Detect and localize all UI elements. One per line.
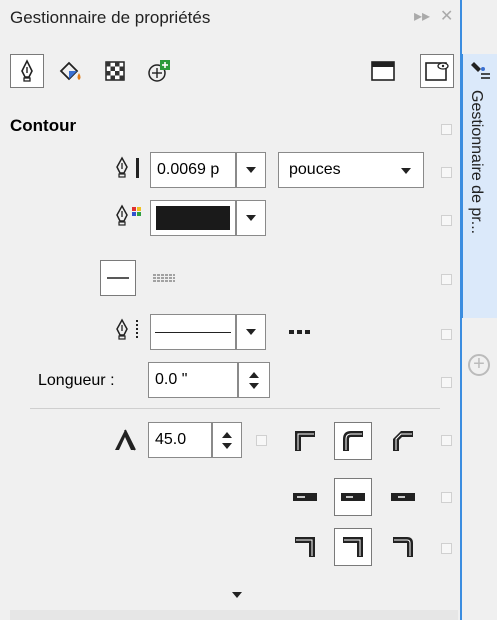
square-cap-button[interactable] <box>384 478 422 516</box>
option-checkbox[interactable] <box>441 377 452 388</box>
center-position-icon <box>343 537 363 557</box>
pen-nib-icon <box>21 59 33 82</box>
chevron-down-icon <box>401 168 411 174</box>
miter-corner-icon <box>295 431 315 451</box>
outline-tab-button[interactable] <box>10 54 44 88</box>
option-checkbox[interactable] <box>441 274 452 285</box>
outside-position-icon <box>295 537 315 557</box>
window-icon <box>371 61 395 81</box>
inside-position-icon <box>393 537 413 557</box>
chevron-down-icon <box>246 215 256 221</box>
length-value: 0.0 " <box>155 371 188 388</box>
fill-bucket-icon <box>59 61 81 81</box>
bottom-strip <box>10 610 458 620</box>
transparency-tab-button[interactable] <box>98 54 132 88</box>
side-tab-label: Gestionnaire de pr... <box>468 90 485 235</box>
option-checkbox[interactable] <box>441 167 452 178</box>
option-checkbox[interactable] <box>441 124 452 135</box>
units-select[interactable]: pouces <box>278 152 424 188</box>
bevel-corner-button[interactable] <box>384 422 422 460</box>
units-value: pouces <box>289 161 341 178</box>
more-icon <box>289 330 310 334</box>
panel-titlebar: Gestionnaire de propriétés ▸▸ ✕ <box>0 0 460 36</box>
butt-cap-icon <box>293 493 317 501</box>
chevron-up-icon <box>249 371 259 378</box>
option-checkbox[interactable] <box>441 543 452 554</box>
miter-corner-button[interactable] <box>286 422 324 460</box>
divider <box>30 408 440 409</box>
transparency-icon <box>105 61 125 81</box>
outline-width-icon <box>116 156 139 178</box>
miter-limit-spinner[interactable] <box>212 422 242 458</box>
length-input[interactable]: 0.0 " <box>148 362 238 398</box>
option-checkbox[interactable] <box>256 435 267 446</box>
window-button[interactable] <box>366 54 400 88</box>
solid-line-button[interactable] <box>100 260 136 296</box>
bevel-corner-icon <box>393 431 413 451</box>
fill-tab-button[interactable] <box>54 54 88 88</box>
side-tab-property-manager[interactable]: Gestionnaire de pr... <box>462 54 497 318</box>
expand-more-icon <box>232 592 242 598</box>
outside-position-button[interactable] <box>286 528 324 566</box>
line-style-settings-button[interactable] <box>282 314 318 350</box>
option-checkbox[interactable] <box>441 215 452 226</box>
option-checkbox[interactable] <box>441 329 452 340</box>
outline-color-icon <box>116 204 141 226</box>
outline-properties: Contour 0.0069 p pouces Longueur: 0.0 "… <box>0 104 460 620</box>
inside-position-button[interactable] <box>384 528 422 566</box>
window-eye-icon <box>425 62 449 81</box>
property-manager-icon <box>471 62 490 79</box>
round-cap-icon <box>341 493 365 501</box>
round-cap-button[interactable] <box>334 478 372 516</box>
dashed-line-button[interactable] <box>146 260 182 296</box>
round-corner-button[interactable] <box>334 422 372 460</box>
color-fill <box>156 206 230 230</box>
add-property-icon <box>148 60 170 82</box>
center-position-button[interactable] <box>334 528 372 566</box>
miter-limit-icon <box>115 429 136 451</box>
chevron-up-icon <box>222 431 232 438</box>
option-checkbox[interactable] <box>441 435 452 446</box>
window-eye-button[interactable] <box>420 54 454 88</box>
expand-icon[interactable]: ▸▸ <box>414 6 430 26</box>
line-style-select[interactable] <box>150 314 236 350</box>
line-style-preview <box>155 332 231 333</box>
outline-color-dropdown[interactable] <box>236 200 266 236</box>
section-title: Contour <box>10 116 77 135</box>
miter-limit-input[interactable]: 45.0 <box>148 422 212 458</box>
dashed-line-icon <box>153 274 175 282</box>
close-icon[interactable]: ✕ <box>440 6 453 26</box>
square-cap-icon <box>391 493 415 501</box>
panel-title: Gestionnaire de propriétés <box>10 8 211 27</box>
chevron-down-icon <box>249 382 259 389</box>
length-spinner[interactable] <box>238 362 270 398</box>
solid-line-icon <box>107 277 129 279</box>
length-label: Longueur : <box>38 372 115 389</box>
option-checkbox[interactable] <box>441 492 452 503</box>
chevron-down-icon <box>246 167 256 173</box>
property-toolbar <box>10 54 460 90</box>
miter-limit-value: 45.0 <box>155 431 187 448</box>
butt-cap-button[interactable] <box>286 478 324 516</box>
chevron-down-icon <box>246 329 256 335</box>
outline-width-dropdown[interactable] <box>236 152 266 188</box>
outline-width-input[interactable]: 0.0069 p <box>150 152 236 188</box>
property-manager-panel: Gestionnaire de propriétés ▸▸ ✕ Contour … <box>0 0 462 620</box>
chevron-down-icon <box>222 442 232 449</box>
line-style-icon <box>116 318 138 340</box>
add-property-button[interactable] <box>142 54 176 88</box>
outline-width-value: 0.0069 p <box>157 161 220 178</box>
round-corner-icon <box>343 431 363 451</box>
outline-color-swatch[interactable] <box>150 200 236 236</box>
add-docker-icon[interactable]: + <box>468 354 490 376</box>
line-style-dropdown[interactable] <box>236 314 266 350</box>
